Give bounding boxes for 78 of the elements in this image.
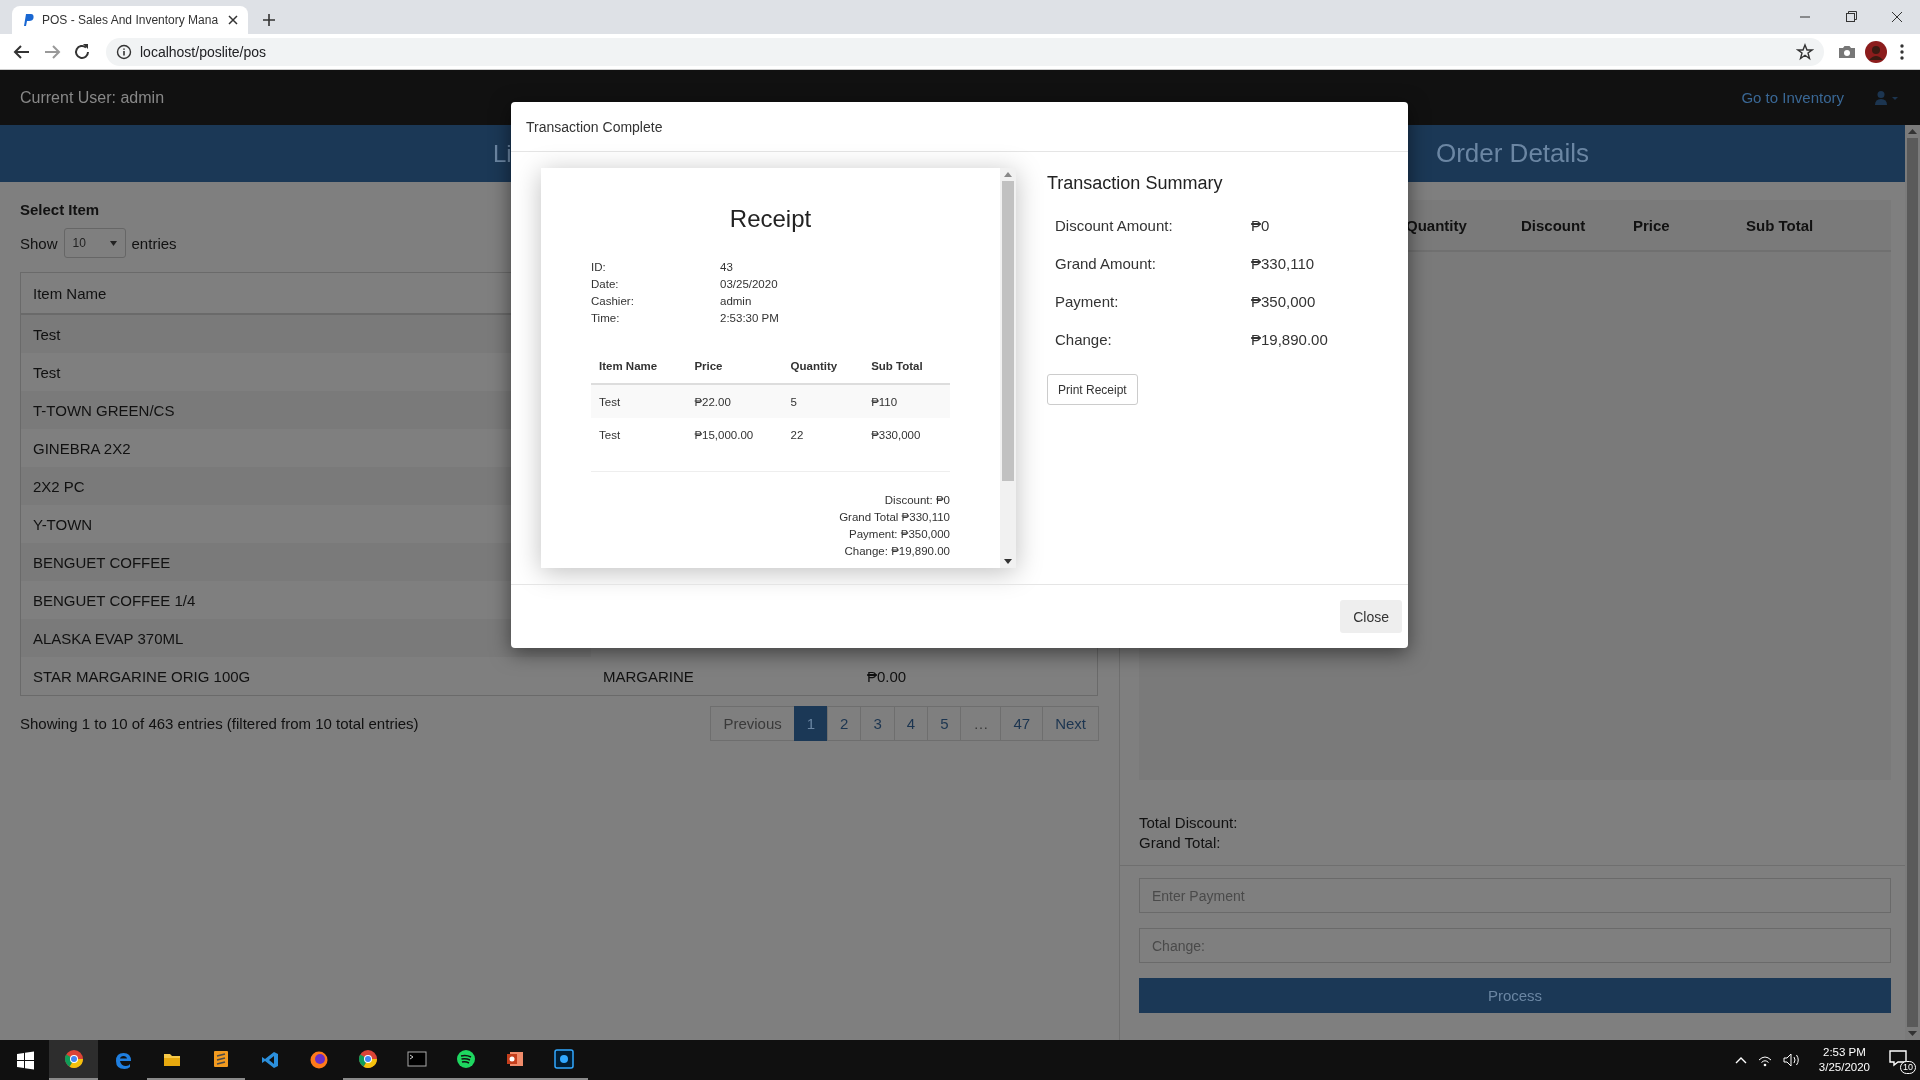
clock[interactable]: 2:53 PM 3/25/2020 bbox=[1818, 1045, 1870, 1075]
column-header: Sub Total bbox=[1746, 216, 1815, 234]
summary-value: ₱0 bbox=[1251, 216, 1271, 234]
table-cell: Test bbox=[591, 384, 687, 418]
speaker-icon[interactable] bbox=[1782, 1053, 1801, 1067]
info-label: Cashier: bbox=[591, 294, 635, 309]
table-cell: ₱110 bbox=[863, 384, 950, 418]
table-cell: ₱0.00 bbox=[855, 657, 1098, 696]
current-user-label: Current User: admin bbox=[20, 88, 165, 107]
info-icon[interactable] bbox=[116, 43, 132, 60]
receipt-total: Grand Total ₱330,110 bbox=[839, 510, 950, 525]
process-button[interactable]: Process bbox=[1139, 978, 1891, 1013]
network-icon[interactable] bbox=[1756, 1053, 1773, 1067]
new-tab-icon[interactable] bbox=[262, 13, 276, 27]
scroll-up-icon[interactable] bbox=[1004, 172, 1012, 177]
close-icon[interactable] bbox=[228, 15, 238, 25]
summary-label: Change: bbox=[1055, 330, 1113, 348]
info-value: 43 bbox=[720, 260, 734, 275]
page-button[interactable]: 3 bbox=[860, 706, 895, 741]
tab-title: POS - Sales And Inventory Mana bbox=[42, 13, 220, 27]
summary-value: ₱330,110 bbox=[1251, 254, 1316, 272]
table-cell: BENGUET COFFEE 1/4 bbox=[20, 581, 591, 619]
page-favicon bbox=[22, 13, 34, 27]
info-label: Date: bbox=[591, 277, 620, 292]
address-bar[interactable]: localhost/poslite/pos bbox=[106, 37, 1824, 66]
summary-label: Payment: bbox=[1055, 292, 1120, 310]
grand-total-label: Grand Total: bbox=[1139, 834, 1222, 851]
scroll-up-icon[interactable] bbox=[1908, 128, 1917, 134]
table-cell: ₱15,000.00 bbox=[686, 418, 783, 451]
table-cell: ₱330,000 bbox=[863, 418, 950, 451]
column-header: Discount bbox=[1521, 216, 1587, 234]
table-info: Showing 1 to 10 of 463 entries (filtered from 10 total entries) bbox=[20, 715, 419, 732]
entries-select[interactable]: 10 bbox=[63, 228, 126, 258]
table-cell: 5 bbox=[782, 384, 864, 418]
info-label: ID: bbox=[591, 260, 607, 275]
receipt-total: Discount: ₱0 bbox=[884, 493, 950, 508]
receipt-total: Payment: ₱350,000 bbox=[849, 527, 950, 542]
inventory-link[interactable]: Go to Inventory bbox=[1741, 89, 1844, 106]
table-cell: GINEBRA 2X2 bbox=[20, 429, 591, 467]
star-icon[interactable] bbox=[1796, 42, 1814, 61]
table-cell: ₱22.00 bbox=[686, 384, 783, 418]
summary-label: Grand Amount: bbox=[1055, 254, 1157, 272]
info-label: Time: bbox=[591, 311, 621, 326]
table-cell: Test bbox=[591, 418, 687, 451]
browser-icon[interactable] bbox=[49, 1040, 98, 1080]
table-cell: MARGARINE bbox=[591, 657, 855, 696]
page-button[interactable]: Next bbox=[1042, 706, 1099, 741]
summary-label: Discount Amount: bbox=[1055, 216, 1174, 234]
info-value: 2:53:30 PM bbox=[720, 311, 780, 326]
show-label: Show bbox=[20, 234, 58, 252]
scroll-down-icon[interactable] bbox=[1004, 559, 1012, 564]
chevron-up-icon[interactable] bbox=[1734, 1056, 1747, 1064]
receipt-total: Change: ₱19,890.00 bbox=[844, 544, 950, 559]
page-button[interactable]: 47 bbox=[1000, 706, 1044, 741]
column-header: Price bbox=[1633, 216, 1671, 234]
summary-value: ₱19,890.00 bbox=[1251, 330, 1328, 348]
caret-icon bbox=[109, 240, 117, 246]
page-button[interactable]: 2 bbox=[827, 706, 862, 741]
table-cell: 22 bbox=[782, 418, 864, 451]
table-cell: Y-TOWN bbox=[20, 505, 591, 543]
scrollbar[interactable] bbox=[1905, 125, 1920, 1040]
close-button[interactable]: Close bbox=[1340, 600, 1402, 633]
receipt-title: Receipt bbox=[728, 205, 813, 233]
summary-value: ₱350,000 bbox=[1251, 292, 1317, 310]
print-receipt-button[interactable]: Print Receipt bbox=[1047, 374, 1138, 405]
table-cell: Test bbox=[20, 353, 591, 391]
column-header: Quantity bbox=[1406, 216, 1468, 234]
info-value: admin bbox=[720, 294, 753, 309]
section-title: Select Item bbox=[20, 201, 101, 218]
entries-label: entries bbox=[131, 234, 177, 252]
notification-badge: 10 bbox=[1900, 1061, 1916, 1074]
browser-tab[interactable]: POS - Sales And Inventory Mana bbox=[12, 6, 248, 34]
page-button[interactable]: 5 bbox=[927, 706, 962, 741]
avatar-icon[interactable] bbox=[1864, 39, 1888, 64]
table-cell: STAR MARGARINE ORIG 100G bbox=[20, 657, 591, 696]
total-discount-label: Total Discount: bbox=[1139, 814, 1239, 831]
info-value: 03/25/2020 bbox=[720, 277, 779, 292]
scrollbar[interactable] bbox=[1000, 168, 1016, 568]
